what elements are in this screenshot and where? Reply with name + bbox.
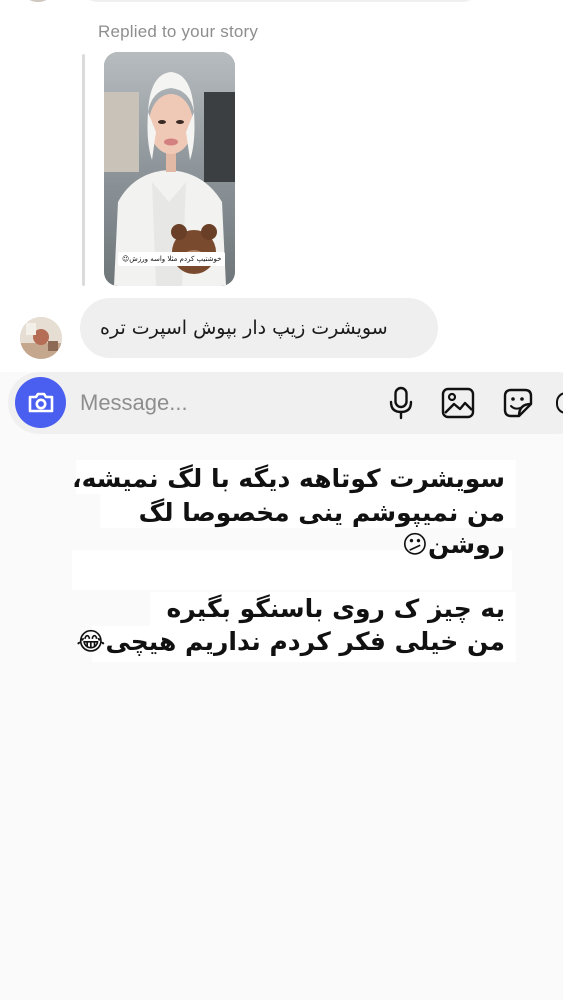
reply-indicator-line: [82, 54, 85, 286]
sticker-icon: [503, 388, 533, 418]
message-input[interactable]: [80, 386, 370, 420]
previous-message-bubble: [80, 0, 480, 2]
story-caption: خوشتیپ کردم مثلا واسه ورزش😉: [118, 252, 226, 266]
note-line-3: روشن😕: [401, 530, 505, 559]
note-line-5: من خیلی فکر کردم نداریم هیچی😂: [76, 627, 505, 656]
sticker-button[interactable]: [501, 386, 535, 420]
received-message-bubble[interactable]: سویشرت زیپ دار بپوش اسپرت تره: [80, 298, 438, 358]
sender-avatar[interactable]: [20, 317, 62, 359]
microphone-icon: [389, 386, 413, 420]
camera-icon: [28, 392, 53, 412]
note-line-2: من نمیپوشم ینی مخصوصا لگ: [138, 498, 505, 527]
note-line-1: سویشرت کوتاهه دیگه با لگ نمیشه،: [72, 464, 505, 493]
note-line-4: یه چیز ک روی باسنگو بگیره: [166, 594, 505, 623]
gallery-button[interactable]: [441, 386, 475, 420]
received-message-text: سویشرت زیپ دار بپوش اسپرت تره: [100, 317, 388, 339]
camera-button[interactable]: [15, 377, 66, 428]
story-reply-label: Replied to your story: [98, 22, 259, 41]
gallery-icon: [441, 387, 475, 419]
story-thumbnail[interactable]: خوشتیپ کردم مثلا واسه ورزش😉: [104, 52, 235, 286]
microphone-button[interactable]: [384, 386, 418, 420]
